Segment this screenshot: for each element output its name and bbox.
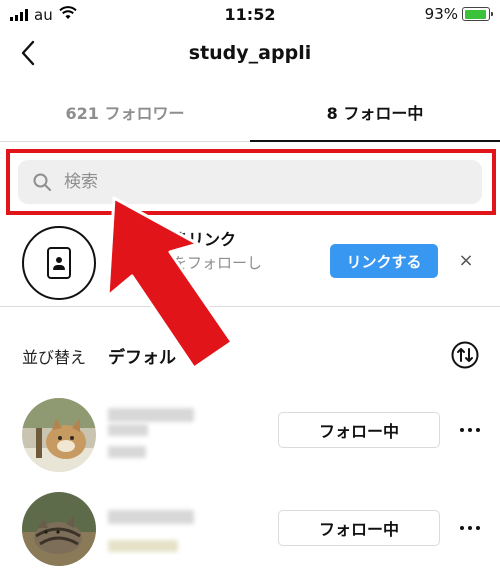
sort-value[interactable]: デフォル [108,343,176,368]
link-contacts-button[interactable]: リンクする [330,244,438,278]
tab-followers-label: 621 フォロワー [65,104,185,123]
follow-tabs: 621 フォロワー 8 フォロー中 [0,92,500,142]
more-options-icon[interactable] [458,516,482,540]
close-icon[interactable]: × [456,246,476,276]
status-right: 93% [424,5,493,23]
fullname-redacted [108,446,146,458]
battery-icon [462,7,493,21]
contacts-link-row: きリンク をフォローし リンクする × [0,222,500,306]
contacts-title: きリンク [172,230,237,249]
avatar[interactable] [22,492,96,566]
avatar[interactable] [22,398,96,472]
tab-underline-active [250,140,500,142]
list-item[interactable]: フォロー中 [0,398,500,488]
following-button[interactable]: フォロー中 [278,510,440,546]
tab-followers[interactable]: 621 フォロワー [0,92,250,142]
following-button[interactable]: フォロー中 [278,412,440,448]
profile-header: study_appli [0,32,500,78]
fullname-redacted [108,540,178,552]
divider [0,306,500,307]
contacts-icon [22,226,96,300]
page-title: study_appli [188,42,312,64]
username-redacted [108,424,148,436]
username-redacted [108,408,194,422]
more-options-icon[interactable] [458,418,482,442]
contacts-subtitle: をフォローし [172,254,263,272]
status-bar: au 11:52 93% [0,0,500,30]
battery-percent: 93% [424,5,458,23]
sort-label: 並び替え [22,348,87,367]
list-item[interactable]: フォロー中 [0,492,500,582]
sort-row: 並び替え デフォル [0,336,500,376]
tab-following[interactable]: 8 フォロー中 [250,92,500,142]
username-redacted [108,510,194,524]
tab-following-label: 8 フォロー中 [326,104,424,123]
highlight-box [6,149,496,215]
tab-underline [0,141,250,142]
sort-order-icon[interactable] [450,340,480,370]
